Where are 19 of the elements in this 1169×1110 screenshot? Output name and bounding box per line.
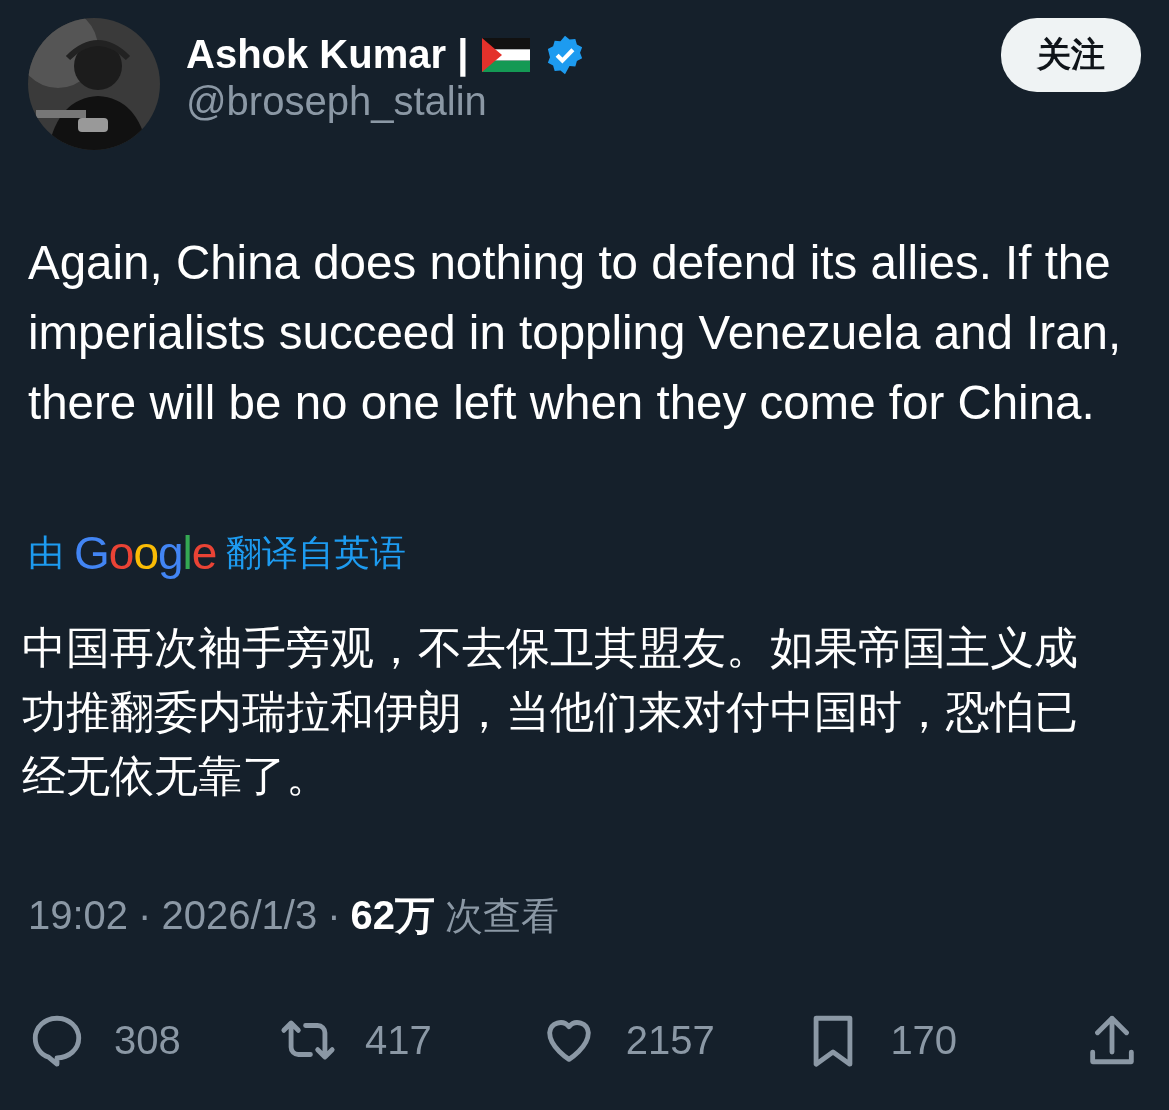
author-name[interactable]: Ashok Kumar |: [186, 32, 469, 77]
post-date[interactable]: 2026/1/3: [161, 893, 318, 938]
action-count: 308: [114, 1017, 181, 1063]
view-count: 62万: [350, 892, 435, 939]
separator-dot: ·: [327, 893, 341, 938]
translated-text: 中国再次袖手旁观，不去保卫其盟友。如果帝国主义成功推翻委内瑞拉和伊朗，当他们来对付中国时，恐怕已经无依无靠了。: [22, 621, 1079, 803]
separator-dot: ·: [138, 893, 152, 938]
translation-source[interactable]: 翻译自英语: [226, 528, 407, 578]
translation-prefix: 由: [28, 530, 64, 575]
views-label: 次查看: [444, 893, 559, 940]
action-count: 2157: [625, 1017, 715, 1063]
action-count: 170: [890, 1017, 958, 1063]
tweet-text: Again, China does nothing to defend its allies. If the imperialists succeed in toppling Venezuela and Iran, there will be no one left when they come for China.: [28, 235, 1123, 431]
google-logo: Google: [74, 526, 217, 580]
flag-icon: [482, 37, 531, 72]
follow-button[interactable]: 关注: [1001, 18, 1141, 92]
post-time: 19:02: [28, 893, 129, 938]
user-handle[interactable]: @broseph_stalin: [186, 79, 975, 124]
action-count: 417: [365, 1017, 432, 1063]
